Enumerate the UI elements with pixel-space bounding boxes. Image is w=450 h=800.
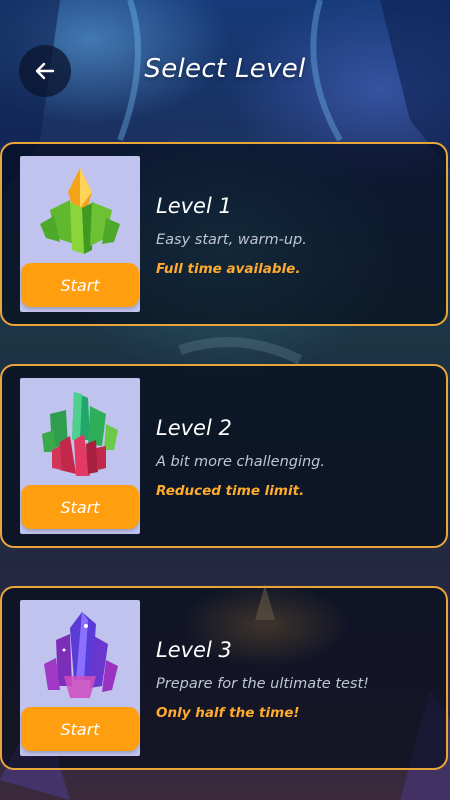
- level-3-description: Prepare for the ultimate test!: [156, 676, 369, 692]
- level-card-2: Start Level 2 A bit more challenging. Re…: [0, 364, 448, 548]
- level-3-thumbnail: Start: [20, 600, 140, 756]
- level-2-title: Level 2: [156, 416, 232, 440]
- level-1-note: Full time available.: [156, 261, 301, 277]
- level-3-start-button[interactable]: Start: [21, 707, 139, 751]
- page-title: Select Level: [144, 54, 306, 84]
- level-card-1: Start Level 1 Easy start, warm-up. Full …: [0, 142, 448, 326]
- level-3-note: Only half the time!: [156, 705, 300, 721]
- green-red-crystal-icon: [42, 392, 118, 476]
- level-1-start-button[interactable]: Start: [21, 263, 139, 307]
- level-3-title: Level 3: [156, 638, 232, 662]
- level-2-start-button[interactable]: Start: [21, 485, 139, 529]
- level-2-note: Reduced time limit.: [156, 483, 305, 499]
- level-2-description: A bit more challenging.: [156, 454, 325, 470]
- level-1-title: Level 1: [156, 194, 232, 218]
- green-orange-crystal-icon: [40, 168, 120, 254]
- level-1-thumbnail: Start: [20, 156, 140, 312]
- level-card-3: Start Level 3 Prepare for the ultimate t…: [0, 586, 448, 770]
- purple-crystal-icon: [44, 612, 118, 698]
- level-1-description: Easy start, warm-up.: [156, 232, 307, 248]
- level-2-thumbnail: Start: [20, 378, 140, 534]
